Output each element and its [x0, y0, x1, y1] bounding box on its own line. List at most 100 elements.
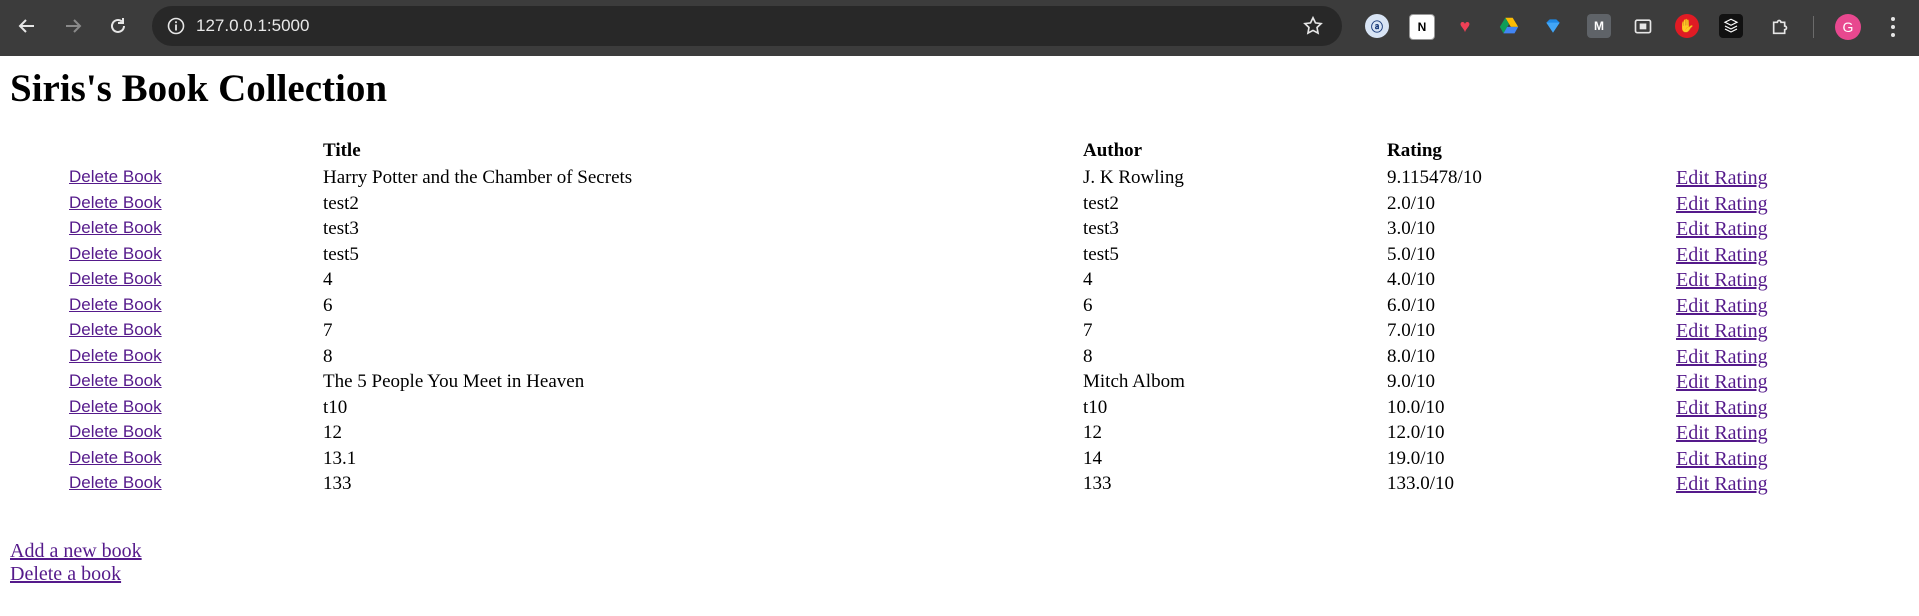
delete-book-button[interactable]: Delete Book [69, 218, 162, 238]
screenshot-icon[interactable] [1631, 14, 1655, 38]
delete-book-button[interactable]: Delete Book [69, 269, 162, 289]
pocket-icon[interactable]: ♥ [1453, 14, 1477, 38]
edit-rating-button[interactable]: Edit Rating [1676, 448, 1768, 471]
edit-rating-button[interactable]: Edit Rating [1676, 397, 1768, 420]
table-row: Delete Book The 5 People You Meet in Heav… [0, 371, 1919, 396]
table-row: Delete Book t10 t10 10.0/10 Edit Rating [0, 397, 1919, 422]
book-rating: 19.0/10 [1387, 448, 1445, 469]
book-author: 7 [1083, 320, 1093, 341]
toolbar-divider [1813, 16, 1814, 38]
table-row: Delete Book 7 7 7.0/10 Edit Rating [0, 320, 1919, 345]
table-row: Delete Book 133 133 133.0/10 Edit Rating [0, 473, 1919, 498]
book-rating: 9.115478/10 [1387, 167, 1482, 188]
table-row: Delete Book 6 6 6.0/10 Edit Rating [0, 295, 1919, 320]
book-title: test2 [323, 193, 359, 214]
book-rating: 6.0/10 [1387, 295, 1436, 316]
book-rating: 8.0/10 [1387, 346, 1436, 367]
book-title: t10 [323, 397, 348, 418]
table-row: Delete Book Harry Potter and the Chamber … [0, 167, 1919, 192]
book-rating: 2.0/10 [1387, 193, 1436, 214]
google-drive-icon[interactable] [1497, 14, 1521, 38]
book-author: t10 [1083, 397, 1108, 418]
book-title: test3 [323, 218, 359, 239]
book-title: The 5 People You Meet in Heaven [323, 371, 585, 392]
book-title: test5 [323, 244, 359, 265]
delete-book-button[interactable]: Delete Book [69, 473, 162, 493]
table-row: Delete Book test2 test2 2.0/10 Edit Rating [0, 193, 1919, 218]
edit-rating-button[interactable]: Edit Rating [1676, 473, 1768, 496]
book-rating: 10.0/10 [1387, 397, 1445, 418]
book-author: 12 [1083, 422, 1102, 443]
delete-book-button[interactable]: Delete Book [69, 193, 162, 213]
table-row: Delete Book 8 8 8.0/10 Edit Rating [0, 346, 1919, 371]
edit-rating-button[interactable]: Edit Rating [1676, 218, 1768, 241]
book-author: test5 [1083, 244, 1119, 265]
table-row: Delete Book test5 test5 5.0/10 Edit Rating [0, 244, 1919, 269]
table-row: Delete Book 4 4 4.0/10 Edit Rating [0, 269, 1919, 294]
edit-rating-button[interactable]: Edit Rating [1676, 346, 1768, 369]
book-title: 4 [323, 269, 333, 290]
delete-book-button[interactable]: Delete Book [69, 167, 162, 187]
book-rating: 7.0/10 [1387, 320, 1436, 341]
edit-rating-button[interactable]: Edit Rating [1676, 167, 1768, 190]
stack-icon[interactable] [1719, 14, 1743, 38]
table-row: Delete Book test3 test3 3.0/10 Edit Rating [0, 218, 1919, 243]
edit-rating-button[interactable]: Edit Rating [1676, 295, 1768, 318]
back-button[interactable] [11, 10, 43, 42]
arrow-right-icon [66, 19, 82, 33]
edit-rating-button[interactable]: Edit Rating [1676, 193, 1768, 216]
table-row: Delete Book 12 12 12.0/10 Edit Rating [0, 422, 1919, 447]
url-text[interactable]: 127.0.0.1:5000 [196, 6, 309, 46]
sapphire-icon[interactable] [1541, 14, 1565, 38]
column-header-title: Title [323, 140, 361, 161]
edit-rating-button[interactable]: Edit Rating [1676, 320, 1768, 343]
info-icon[interactable] [166, 16, 186, 36]
reload-icon [111, 18, 125, 33]
book-author: 14 [1083, 448, 1102, 469]
book-rating: 3.0/10 [1387, 218, 1436, 239]
edit-rating-button[interactable]: Edit Rating [1676, 269, 1768, 292]
book-title: 13.1 [323, 448, 357, 469]
page-title: Siris's Book Collection [10, 67, 388, 110]
password-manager-icon[interactable]: ⓐ [1365, 14, 1389, 38]
book-author: 133 [1083, 473, 1112, 494]
book-rating: 12.0/10 [1387, 422, 1445, 443]
delete-book-button[interactable]: Delete Book [69, 295, 162, 315]
puzzle-icon[interactable] [1769, 14, 1793, 38]
address-bar[interactable]: 127.0.0.1:5000 [152, 6, 1342, 46]
delete-book-button[interactable]: Delete Book [69, 244, 162, 264]
edit-rating-button[interactable]: Edit Rating [1676, 244, 1768, 267]
delete-book-link[interactable]: Delete a book [10, 563, 121, 586]
ublock-icon[interactable]: ✋ [1675, 14, 1699, 38]
book-title: 12 [323, 422, 342, 443]
edit-rating-button[interactable]: Edit Rating [1676, 371, 1768, 394]
delete-book-button[interactable]: Delete Book [69, 320, 162, 340]
book-author: test3 [1083, 218, 1119, 239]
delete-book-button[interactable]: Delete Book [69, 422, 162, 442]
book-rating: 9.0/10 [1387, 371, 1436, 392]
forward-button[interactable] [57, 10, 89, 42]
delete-book-button[interactable]: Delete Book [69, 371, 162, 391]
book-author: test2 [1083, 193, 1119, 214]
profile-avatar[interactable]: G [1835, 14, 1861, 40]
delete-book-button[interactable]: Delete Book [69, 346, 162, 366]
browser-toolbar: 127.0.0.1:5000 ⓐ N ♥ M ✋ G [0, 0, 1919, 56]
delete-book-button[interactable]: Delete Book [69, 448, 162, 468]
edit-rating-button[interactable]: Edit Rating [1676, 422, 1768, 445]
gmail-icon[interactable]: M [1587, 14, 1611, 38]
book-title: 8 [323, 346, 333, 367]
book-author: 6 [1083, 295, 1093, 316]
book-title: Harry Potter and the Chamber of Secrets [323, 167, 633, 188]
book-title: 6 [323, 295, 333, 316]
notion-icon[interactable]: N [1409, 14, 1435, 40]
bookmark-star-icon[interactable] [1302, 15, 1324, 37]
book-author: 8 [1083, 346, 1093, 367]
kebab-menu-icon[interactable] [1884, 14, 1902, 40]
book-title: 7 [323, 320, 333, 341]
book-rating: 4.0/10 [1387, 269, 1436, 290]
column-header-author: Author [1083, 140, 1143, 161]
column-header-rating: Rating [1387, 140, 1442, 161]
reload-button[interactable] [102, 10, 134, 42]
delete-book-button[interactable]: Delete Book [69, 397, 162, 417]
add-book-link[interactable]: Add a new book [10, 540, 142, 563]
